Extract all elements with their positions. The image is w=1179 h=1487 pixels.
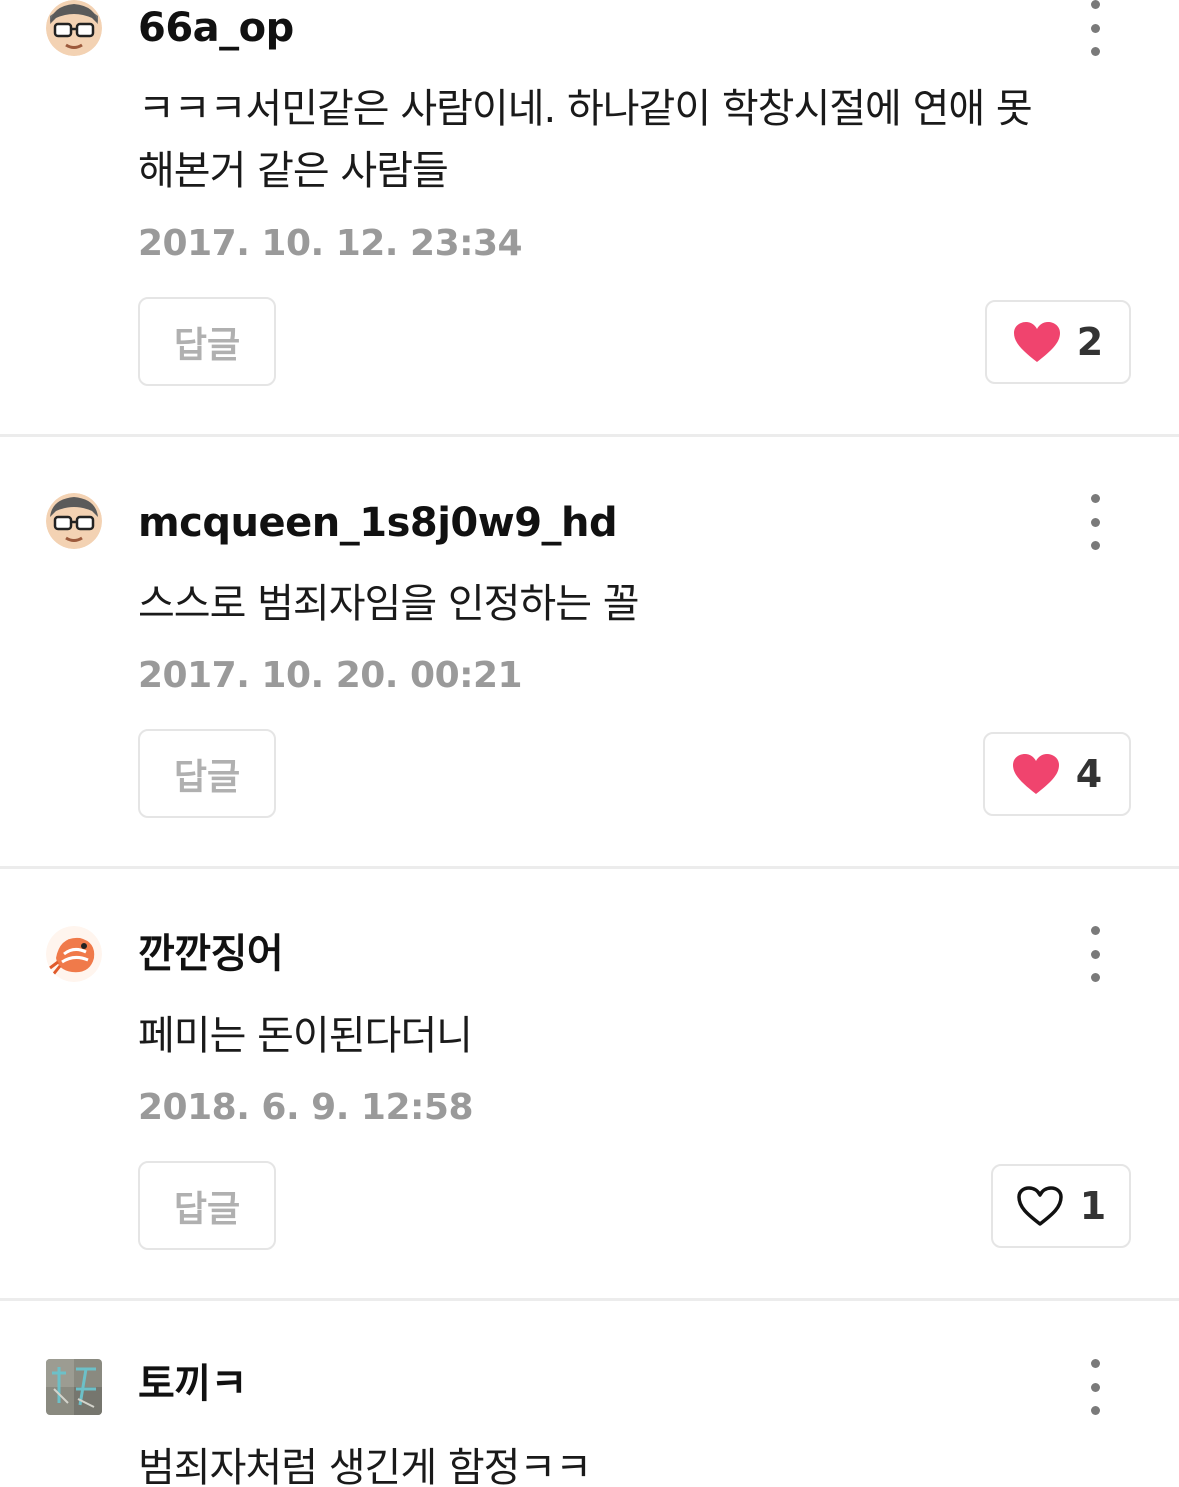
comment-text-line: ㅋㅋㅋ서민같은 사람이네. 하나같이 학창시절에 연애 못 (138, 86, 1033, 132)
more-options-icon[interactable] (1082, 926, 1108, 982)
comment-username[interactable]: mcqueen_1s8j0w9_hd (138, 499, 618, 547)
glasses-face-avatar-icon (46, 0, 102, 56)
like-button[interactable]: 2 (985, 300, 1131, 384)
comment-text: 스스로 범죄자임을 인정하는 꼴 (138, 573, 1118, 635)
like-count: 4 (1075, 752, 1103, 796)
heart-filled-icon (1013, 322, 1060, 362)
like-button[interactable]: 4 (983, 732, 1131, 816)
more-options-icon[interactable] (1082, 1359, 1108, 1415)
user-avatar[interactable] (46, 926, 102, 982)
heart-filled-icon (1012, 754, 1059, 794)
comment-item: 66a_op ㅋㅋㅋ서민같은 사람이네. 하나같이 학창시절에 연애 못 해본거… (0, 0, 1179, 437)
comment-text: 범죄자처럼 생긴게 함정ㅋㅋ (138, 1437, 1118, 1487)
user-avatar[interactable] (46, 493, 102, 549)
reply-button[interactable]: 답글 (138, 729, 276, 818)
shrimp-avatar-icon (46, 926, 102, 982)
comment-text-line: 페미는 돈이된다더니 (138, 1013, 473, 1059)
comment-date: 2017. 10. 12. 23:34 (138, 223, 523, 264)
reply-button[interactable]: 답글 (138, 297, 276, 386)
comment-text-line: 스스로 범죄자임을 인정하는 꼴 (138, 581, 640, 627)
pattern-avatar-icon (46, 1359, 102, 1415)
comment-text-line: 해본거 같은 사람들 (138, 148, 449, 194)
comment-item: 깐깐징어 페미는 돈이된다더니 2018. 6. 9. 12:58 답글 1 (0, 869, 1179, 1301)
comment-username[interactable]: 깐깐징어 (138, 930, 284, 978)
like-count: 1 (1079, 1184, 1107, 1228)
like-button[interactable]: 1 (991, 1164, 1131, 1248)
glasses-face-avatar-icon (46, 493, 102, 549)
comment-text: 페미는 돈이된다더니 (138, 1005, 1118, 1067)
user-avatar[interactable] (46, 1359, 102, 1415)
comment-username[interactable]: 66a_op (138, 4, 294, 52)
comment-item: mcqueen_1s8j0w9_hd 스스로 범죄자임을 인정하는 꼴 2017… (0, 437, 1179, 869)
comment-text: ㅋㅋㅋ서민같은 사람이네. 하나같이 학창시절에 연애 못 해본거 같은 사람들 (138, 78, 1118, 202)
comment-username[interactable]: 토끼ㅋ (138, 1360, 247, 1408)
comment-date: 2017. 10. 20. 00:21 (138, 655, 523, 696)
more-options-icon[interactable] (1082, 0, 1108, 56)
heart-outline-icon (1017, 1186, 1063, 1226)
reply-button[interactable]: 답글 (138, 1161, 276, 1250)
comment-date: 2018. 6. 9. 12:58 (138, 1087, 474, 1128)
user-avatar[interactable] (46, 0, 102, 56)
comment-item: 토끼ㅋ 범죄자처럼 생긴게 함정ㅋㅋ (0, 1301, 1179, 1487)
comment-text-line: 범죄자처럼 생긴게 함정ㅋㅋ (138, 1445, 592, 1487)
like-count: 2 (1076, 320, 1104, 364)
more-options-icon[interactable] (1082, 494, 1108, 550)
